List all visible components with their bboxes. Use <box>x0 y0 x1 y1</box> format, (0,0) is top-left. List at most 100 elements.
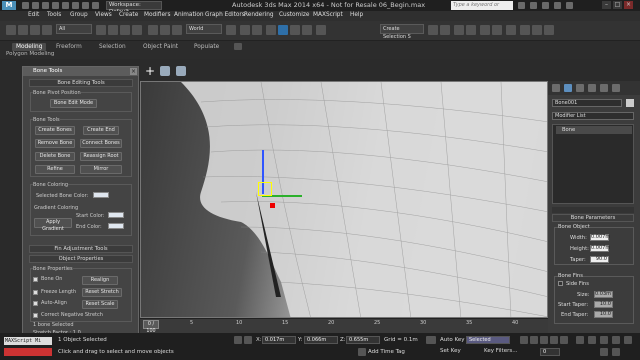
zoom-all-icon[interactable] <box>588 336 596 344</box>
create-icon[interactable] <box>160 66 170 76</box>
menu-create[interactable]: Create <box>119 12 138 18</box>
y-coordinate-field[interactable]: 0.066m <box>304 336 338 344</box>
snap-toggle-icon[interactable] <box>266 25 276 35</box>
taper-spinner[interactable]: 90.0 <box>590 256 609 263</box>
spinner-snap-icon[interactable] <box>302 25 312 35</box>
favorites-icon[interactable] <box>554 2 561 9</box>
material-editor-icon[interactable] <box>506 25 516 35</box>
menu-customize[interactable]: Customize <box>279 12 309 18</box>
menu-views[interactable]: Views <box>95 12 112 18</box>
menu-animation[interactable]: Animation <box>174 12 204 18</box>
workspace-dropdown[interactable]: Workspace: Default <box>106 1 162 15</box>
rendered-frame-icon[interactable] <box>532 25 542 35</box>
go-to-end-icon[interactable] <box>560 336 568 344</box>
undo-icon[interactable] <box>52 2 59 9</box>
display-tab-icon[interactable] <box>600 84 608 92</box>
search-icon[interactable] <box>518 2 525 9</box>
window-crossing-icon[interactable] <box>132 25 142 35</box>
new-file-icon[interactable] <box>22 2 29 9</box>
time-tag-icon[interactable] <box>358 348 366 356</box>
render-production-icon[interactable] <box>544 25 554 35</box>
perspective-viewport[interactable] <box>140 81 548 318</box>
tab-freeform[interactable]: Freeform <box>52 43 86 51</box>
key-filters-button[interactable]: Key Filters... <box>484 348 517 354</box>
set-key-mode-icon[interactable] <box>426 336 436 344</box>
pan-view-icon[interactable] <box>624 336 632 344</box>
fetch-icon[interactable] <box>82 2 89 9</box>
menu-modifiers[interactable]: Modifiers <box>144 12 170 18</box>
x-coordinate-field[interactable]: 0.017m <box>262 336 296 344</box>
menu-group[interactable]: Group <box>70 12 88 18</box>
start-taper-spinner[interactable]: 10.0 <box>594 301 613 308</box>
reset-stretch-button[interactable]: Reset Stretch <box>82 288 122 297</box>
apply-gradient-button[interactable]: Apply Gradient <box>34 218 72 232</box>
subscription-icon[interactable] <box>530 2 537 9</box>
keyboard-shortcut-icon[interactable] <box>252 25 262 35</box>
tab-populate[interactable]: Populate <box>190 43 223 51</box>
redo-icon[interactable] <box>62 2 69 9</box>
hierarchy-tab-icon[interactable] <box>576 84 584 92</box>
time-slider[interactable]: 0 / 100 <box>143 320 159 334</box>
align-icon[interactable] <box>440 25 450 35</box>
start-color-swatch[interactable] <box>108 212 124 218</box>
bone-edit-mode-button[interactable]: Bone Edit Mode <box>50 99 97 108</box>
graphite-toolbar-icon[interactable] <box>466 25 476 35</box>
menu-help[interactable]: Help <box>350 12 363 18</box>
remove-bone-button[interactable]: Remove Bone <box>35 139 75 148</box>
create-bones-button[interactable]: Create Bones <box>35 126 75 135</box>
realign-button[interactable]: Realign <box>82 276 118 285</box>
close-icon[interactable]: × <box>130 68 137 75</box>
menu-rendering[interactable]: Rendering <box>244 12 274 18</box>
mirror-button[interactable]: Mirror <box>80 165 122 174</box>
refine-button[interactable]: Refine <box>35 165 75 174</box>
motion-tab-icon[interactable] <box>588 84 596 92</box>
go-to-start-icon[interactable] <box>520 336 528 344</box>
layer-manager-icon[interactable] <box>454 25 464 35</box>
width-spinner[interactable]: 0.007m <box>590 234 610 241</box>
stack-item-bone[interactable]: Bone <box>556 126 632 134</box>
rollout-bone-editing-tools[interactable]: Bone Editing Tools <box>29 79 133 87</box>
unlink-icon[interactable] <box>42 25 52 35</box>
edit-named-selection-icon[interactable] <box>316 25 326 35</box>
create-tab-icon[interactable] <box>552 84 560 92</box>
menu-graph-editors[interactable]: Graph Editors <box>205 12 245 18</box>
bone-tools-title[interactable]: Bone Tools <box>23 67 138 76</box>
menu-edit[interactable]: Edit <box>28 12 39 18</box>
minimize-button[interactable]: – <box>602 1 611 9</box>
height-spinner[interactable]: 0.007m <box>590 245 610 252</box>
percent-snap-icon[interactable] <box>290 25 300 35</box>
tab-selection[interactable]: Selection <box>95 43 130 51</box>
zoom-extents-icon[interactable] <box>600 336 608 344</box>
manipulate-icon[interactable] <box>240 25 250 35</box>
play-icon[interactable] <box>540 336 548 344</box>
auto-align-checkbox[interactable] <box>33 301 38 306</box>
orbit-icon[interactable] <box>600 348 608 356</box>
lock-selection-icon[interactable] <box>234 336 242 344</box>
rectangular-selection-icon[interactable] <box>120 25 130 35</box>
save-file-icon[interactable] <box>42 2 49 9</box>
freeze-length-checkbox[interactable] <box>33 290 38 295</box>
correct-negative-stretch-checkbox[interactable] <box>33 313 38 318</box>
select-object-icon[interactable] <box>96 25 106 35</box>
end-color-swatch[interactable] <box>108 223 124 229</box>
z-coordinate-field[interactable]: 0.655m <box>346 336 380 344</box>
select-rotate-icon[interactable] <box>160 25 170 35</box>
create-end-button[interactable]: Create End <box>83 126 119 135</box>
end-taper-spinner[interactable]: 10.0 <box>594 311 613 318</box>
ribbon-options-icon[interactable] <box>234 43 242 50</box>
select-move-icon[interactable] <box>148 25 158 35</box>
maxscript-listener[interactable]: MAXScript Mi <box>4 337 52 345</box>
pivot-center-icon[interactable] <box>226 25 236 35</box>
previous-frame-icon[interactable] <box>530 336 538 344</box>
modify-tab-icon[interactable] <box>564 84 572 92</box>
rollout-bone-parameters[interactable]: Bone Parameters <box>552 214 634 222</box>
timeline[interactable] <box>140 318 548 333</box>
rollout-fin-adjustment-tools[interactable]: Fin Adjustment Tools <box>29 245 133 253</box>
selected-bone-color-swatch[interactable] <box>93 192 109 198</box>
tab-object-paint[interactable]: Object Paint <box>139 43 182 51</box>
side-fins-checkbox[interactable] <box>558 281 563 286</box>
field-of-view-icon[interactable] <box>612 336 620 344</box>
select-by-name-icon[interactable] <box>108 25 118 35</box>
hierarchy-icon[interactable] <box>176 66 186 76</box>
close-button[interactable]: × <box>624 1 633 9</box>
